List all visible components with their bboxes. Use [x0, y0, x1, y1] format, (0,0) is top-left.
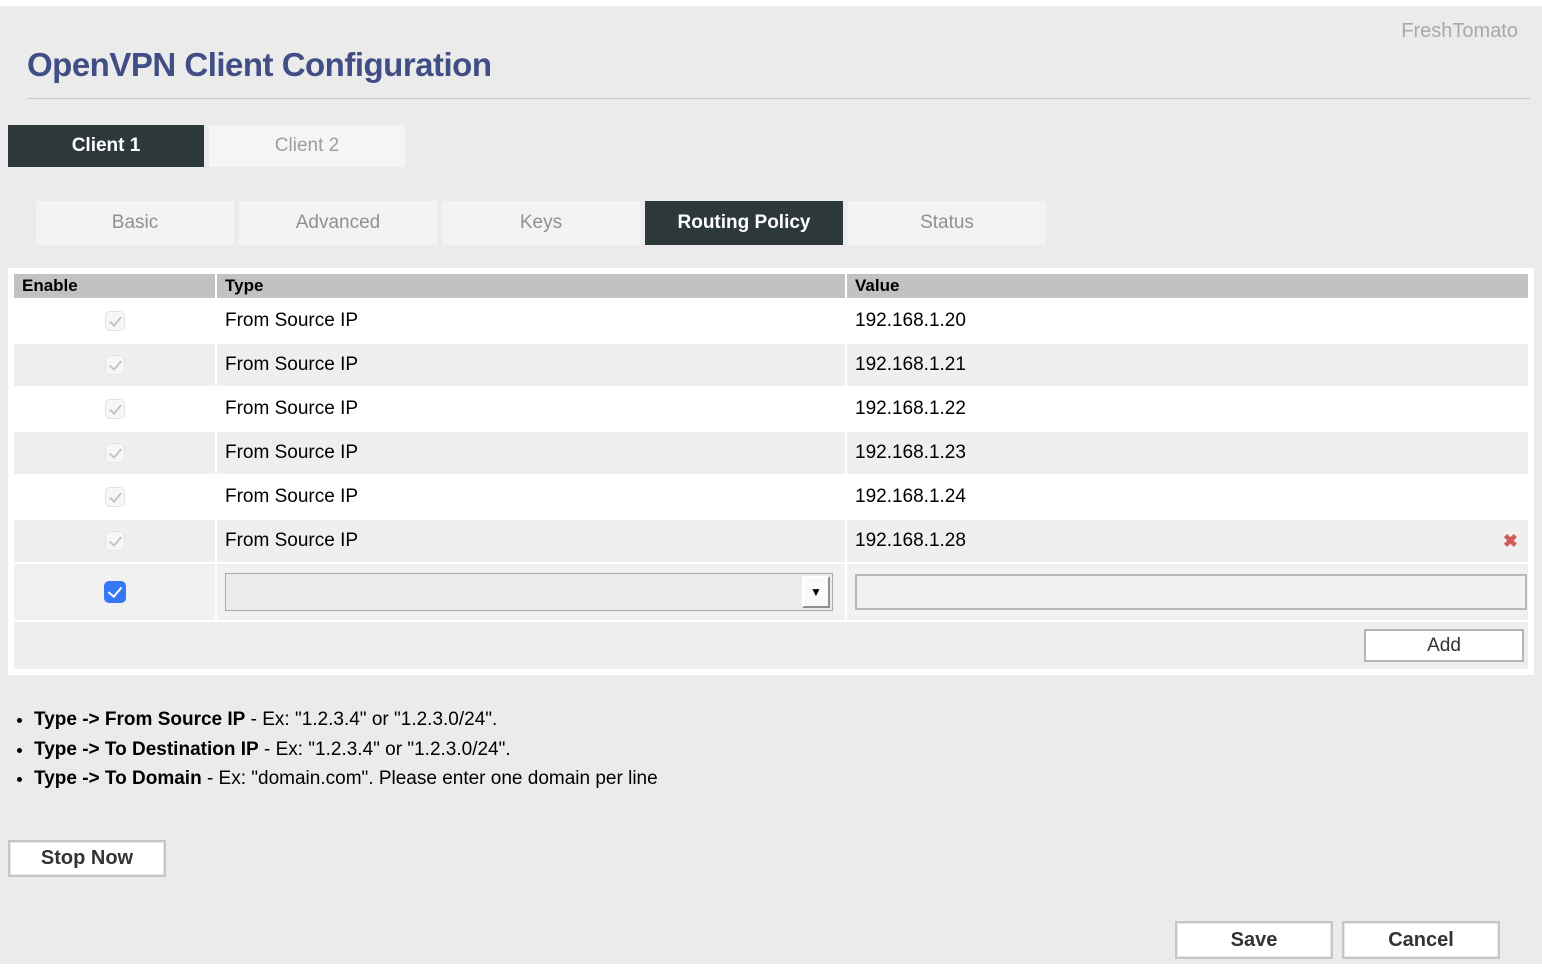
enable-checkbox: [105, 531, 125, 551]
value-text: 192.168.1.28: [855, 530, 966, 552]
brand-logo: FreshTomato: [1401, 20, 1518, 43]
chevron-down-icon: ▼: [802, 576, 830, 608]
tab-basic[interactable]: Basic: [36, 201, 234, 245]
value-cell: 192.168.1.22: [847, 388, 1528, 430]
stop-now-button[interactable]: Stop Now: [8, 840, 166, 877]
value-input-cell: [847, 564, 1528, 620]
page: FreshTomato OpenVPN Client Configuration…: [0, 6, 1542, 964]
title-divider: [27, 98, 1530, 99]
table-row: From Source IP 192.168.1.20: [14, 300, 1528, 342]
type-select-cell: ▼: [217, 564, 845, 620]
value-cell: 192.168.1.23: [847, 432, 1528, 474]
section-tabs: Basic Advanced Keys Routing Policy Statu…: [36, 201, 1542, 245]
note-from-source-ip: Type -> From Source IP - Ex: "1.2.3.4" o…: [34, 705, 1542, 735]
table-row: From Source IP 192.168.1.28 ✖: [14, 520, 1528, 562]
page-title: OpenVPN Client Configuration: [27, 46, 1542, 84]
type-cell: From Source IP: [217, 476, 845, 518]
footer-actions: Save Cancel: [1175, 921, 1500, 959]
routing-policy-table: Enable Type Value From Source IP 192.168…: [12, 272, 1530, 671]
client-tabs: Client 1 Client 2: [8, 125, 1542, 167]
table-header-row: Enable Type Value: [14, 274, 1528, 298]
add-button[interactable]: Add: [1364, 629, 1524, 662]
table-row: From Source IP 192.168.1.24: [14, 476, 1528, 518]
type-help-notes: Type -> From Source IP - Ex: "1.2.3.4" o…: [14, 705, 1542, 794]
routing-policy-table-container: Enable Type Value From Source IP 192.168…: [8, 268, 1534, 675]
enable-checkbox[interactable]: [104, 581, 126, 603]
save-button[interactable]: Save: [1175, 921, 1333, 959]
tab-status[interactable]: Status: [848, 201, 1046, 245]
delete-row-icon[interactable]: ✖: [1503, 532, 1518, 550]
type-cell: From Source IP: [217, 344, 845, 386]
value-cell: 192.168.1.28 ✖: [847, 520, 1528, 562]
type-cell: From Source IP: [217, 432, 845, 474]
type-select[interactable]: ▼: [225, 573, 833, 611]
column-header-enable: Enable: [14, 274, 215, 298]
tab-keys[interactable]: Keys: [442, 201, 640, 245]
tab-advanced[interactable]: Advanced: [239, 201, 437, 245]
cancel-button[interactable]: Cancel: [1342, 921, 1500, 959]
table-row: From Source IP 192.168.1.23: [14, 432, 1528, 474]
enable-checkbox: [105, 355, 125, 375]
table-row: From Source IP 192.168.1.21: [14, 344, 1528, 386]
note-to-domain: Type -> To Domain - Ex: "domain.com". Pl…: [34, 764, 1542, 794]
tab-routing-policy[interactable]: Routing Policy: [645, 201, 843, 245]
tab-client-1[interactable]: Client 1: [8, 125, 204, 167]
enable-checkbox: [105, 399, 125, 419]
enable-checkbox: [105, 311, 125, 331]
new-value-input[interactable]: [855, 574, 1527, 610]
column-header-type: Type: [217, 274, 845, 298]
type-cell: From Source IP: [217, 300, 845, 342]
value-cell: 192.168.1.21: [847, 344, 1528, 386]
column-header-value: Value: [847, 274, 1528, 298]
enable-checkbox: [105, 443, 125, 463]
new-entry-row: ▼: [14, 564, 1528, 620]
add-row: Add: [14, 622, 1528, 669]
type-cell: From Source IP: [217, 388, 845, 430]
tab-client-2[interactable]: Client 2: [209, 125, 405, 167]
table-row: From Source IP 192.168.1.22: [14, 388, 1528, 430]
type-cell: From Source IP: [217, 520, 845, 562]
value-cell: 192.168.1.20: [847, 300, 1528, 342]
enable-checkbox: [105, 487, 125, 507]
note-to-destination-ip: Type -> To Destination IP - Ex: "1.2.3.4…: [34, 735, 1542, 765]
value-cell: 192.168.1.24: [847, 476, 1528, 518]
